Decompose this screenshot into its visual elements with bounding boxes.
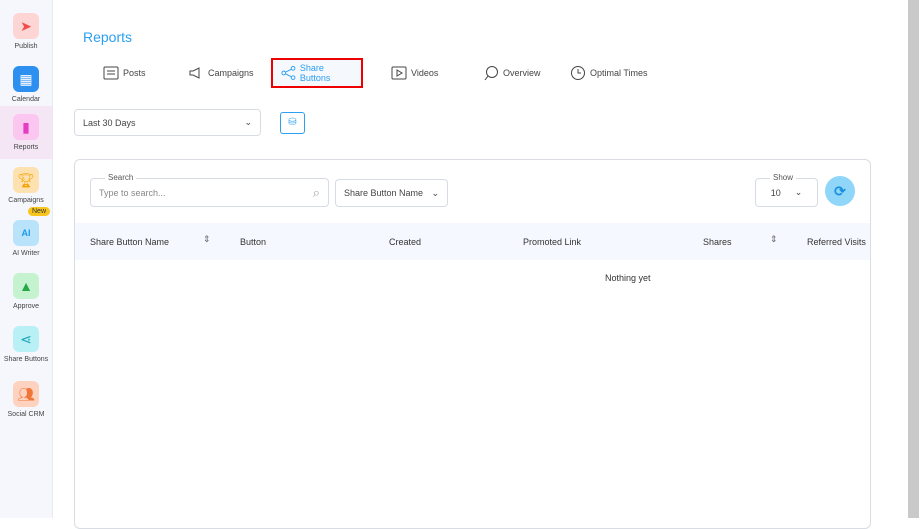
trophy-icon: 🏆︎: [13, 167, 39, 193]
search-input[interactable]: Search Type to search... ⌕: [90, 173, 329, 207]
database-export-icon: ⛁: [288, 117, 297, 128]
sidebar-item-reports[interactable]: ▮ Reports: [0, 106, 52, 159]
page-title: Reports: [83, 29, 133, 45]
play-icon: [391, 66, 407, 80]
clock-icon: [571, 66, 585, 80]
date-range-select[interactable]: Last 30 Days ⌄: [74, 109, 261, 136]
tab-videos[interactable]: Videos: [391, 58, 438, 88]
sidebar-item-approve[interactable]: ▲ Approve: [0, 265, 52, 317]
share-icon: [281, 66, 296, 80]
chevron-down-icon: ⌄: [244, 117, 252, 127]
tab-overview[interactable]: Overview: [483, 58, 541, 88]
chevron-down-icon: ⌄: [431, 187, 439, 198]
sort-field-select[interactable]: Share Button Name ⌄: [335, 179, 448, 207]
sort-icon[interactable]: ⇕: [770, 234, 778, 245]
refresh-icon: ⟳: [834, 183, 846, 199]
sidebar-item-calendar[interactable]: ▦ Calendar: [0, 58, 52, 110]
ai-pen-icon: AI: [13, 220, 39, 246]
image-check-icon: ▲: [13, 273, 39, 299]
paper-plane-icon: ➤: [13, 13, 39, 39]
sidebar: ➤ Publish ▦ Calendar ▮ Reports 🏆︎ Campaigns …: [0, 0, 53, 518]
share-buttons-table-card: Search Type to search... ⌕ Share Button Na…: [74, 159, 871, 529]
tab-campaigns[interactable]: Campaigns: [188, 58, 254, 88]
sidebar-item-share-buttons[interactable]: ⋖ Share Buttons: [0, 318, 52, 370]
users-icon: 👥︎: [13, 381, 39, 407]
sidebar-item-ai-writer[interactable]: AI New AI Writer: [0, 207, 52, 264]
chevron-down-icon: ⌄: [794, 187, 803, 197]
column-header-promoted-link: Promoted Link: [523, 237, 582, 247]
refresh-button[interactable]: ⟳: [825, 176, 855, 206]
tab-optimal-times[interactable]: Optimal Times: [570, 58, 648, 88]
empty-state-text: Nothing yet: [605, 273, 651, 283]
search-icon: ⌕: [312, 184, 320, 200]
calendar-icon: ▦: [13, 66, 39, 92]
search-icon: [484, 66, 498, 81]
export-button[interactable]: ⛁: [280, 112, 305, 134]
column-header-share-button-name[interactable]: Share Button Name: [90, 237, 169, 247]
sidebar-item-publish[interactable]: ➤ Publish: [0, 5, 52, 57]
sort-icon[interactable]: ⇕: [203, 234, 211, 245]
new-badge: New: [28, 207, 51, 216]
posts-icon: [103, 66, 119, 80]
megaphone-icon: [189, 67, 200, 79]
tab-posts[interactable]: Posts: [103, 58, 146, 88]
scrollbar[interactable]: [908, 0, 919, 518]
column-header-referred-visits: Referred Visits: [807, 237, 866, 247]
column-header-created: Created: [389, 237, 422, 247]
bar-chart-icon: ▮: [13, 114, 39, 140]
column-header-button: Button: [240, 237, 267, 247]
column-header-shares[interactable]: Shares: [703, 237, 732, 247]
page-size-select[interactable]: Show 10 ⌄: [755, 173, 818, 207]
sidebar-item-social-crm[interactable]: 👥︎ Social CRM: [0, 373, 52, 425]
share-icon: ⋖: [13, 326, 39, 352]
tab-share-buttons[interactable]: Share Buttons: [271, 58, 363, 88]
sidebar-item-campaigns[interactable]: 🏆︎ Campaigns: [0, 159, 52, 211]
table-header: Share Button Name ⇕ Button Created Promo…: [75, 223, 870, 260]
